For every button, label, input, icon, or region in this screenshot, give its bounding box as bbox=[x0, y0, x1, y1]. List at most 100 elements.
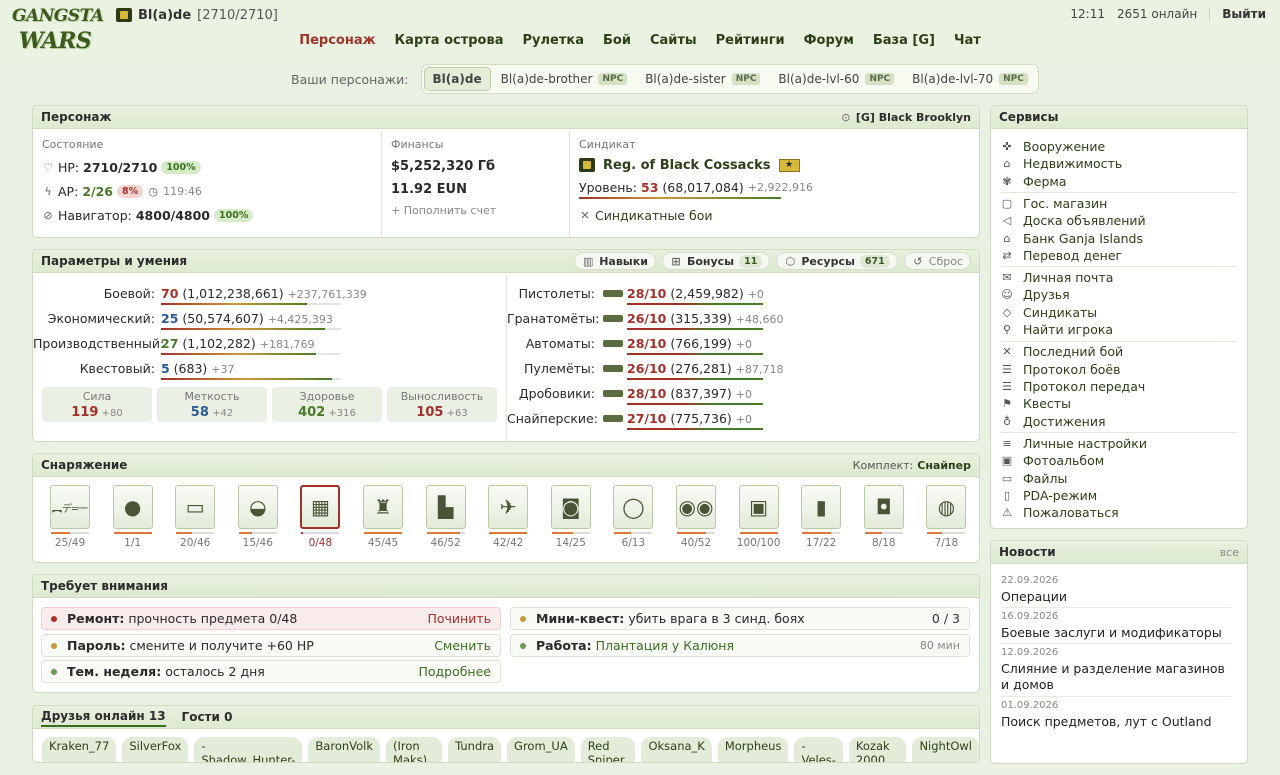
equipment-slot[interactable]: ♜ 45/45 bbox=[361, 485, 405, 549]
nav-item[interactable]: Форум bbox=[804, 33, 854, 48]
service-item[interactable]: ⇄ Перевод денег bbox=[1001, 247, 1122, 264]
friend-chip[interactable]: NightOwl bbox=[912, 737, 979, 762]
user-name[interactable]: Bl(a)de bbox=[138, 8, 191, 23]
set-name[interactable]: Снайпер bbox=[917, 459, 971, 472]
nav-item[interactable]: Бой bbox=[603, 33, 631, 48]
equipment-item[interactable]: ◉◉ bbox=[676, 485, 716, 529]
news-title[interactable]: Слияние и разделение магазинов и домов bbox=[1001, 661, 1231, 693]
tab-guests[interactable]: Гости 0 bbox=[182, 708, 233, 726]
equipment-slot[interactable]: ◒ 15/46 bbox=[236, 485, 280, 549]
service-item[interactable]: ⚠ Пожаловаться bbox=[1001, 504, 1119, 521]
character-tab[interactable]: Bl(a)de bbox=[423, 67, 491, 91]
equipment-slot[interactable]: ▣ 100/100 bbox=[737, 485, 781, 549]
location[interactable]: ⊙ [G] Black Brooklyn bbox=[840, 111, 971, 124]
attention-action[interactable]: Подробнее bbox=[418, 664, 491, 679]
service-item[interactable]: ♁ Достижения bbox=[1001, 413, 1106, 430]
character-tab[interactable]: Bl(a)de-brother NPC bbox=[493, 68, 636, 90]
equipment-item[interactable]: ▮ bbox=[801, 485, 842, 529]
equipment-item[interactable]: ◍ bbox=[926, 485, 967, 529]
nav-item[interactable]: Чат bbox=[954, 33, 981, 48]
service-item[interactable]: ☰ Протокол передач bbox=[1001, 378, 1145, 395]
friend-chip[interactable]: Morpheus bbox=[717, 737, 789, 762]
nav-item[interactable]: Рейтинги bbox=[716, 33, 785, 48]
service-item[interactable]: ⌂ Банк Ganja Islands bbox=[1001, 230, 1144, 247]
nav-item[interactable]: Персонаж bbox=[299, 33, 375, 48]
news-all-link[interactable]: все bbox=[1220, 546, 1239, 559]
friend-chip[interactable]: (Iron Maks) bbox=[386, 737, 443, 762]
friend-chip[interactable]: Kozak 2000 bbox=[848, 737, 907, 762]
equipment-item[interactable]: ▙ bbox=[425, 485, 466, 529]
equipment-slot[interactable]: ▭ 20/46 bbox=[173, 485, 217, 549]
equipment-slot[interactable]: ◙ 14/25 bbox=[549, 485, 593, 549]
service-item[interactable]: ✕ Последний бой bbox=[1001, 343, 1123, 360]
reset-button[interactable]: ↺ Сброс bbox=[903, 252, 971, 270]
syndicate-name[interactable]: Reg. of Black Cossacks bbox=[603, 158, 771, 173]
friend-chip[interactable]: BaronVolk bbox=[308, 737, 381, 762]
friend-chip[interactable]: Grom_UA bbox=[507, 737, 575, 762]
equipment-item[interactable]: ▭ bbox=[175, 485, 216, 529]
equipment-item[interactable]: ◙ bbox=[550, 485, 591, 529]
service-item[interactable]: ☰ Протокол боёв bbox=[1001, 361, 1120, 378]
service-item[interactable]: ⚑ Квесты bbox=[1001, 395, 1071, 412]
nav-item[interactable]: База [G] bbox=[873, 33, 935, 48]
service-item[interactable]: ✉ Личная почта bbox=[1001, 269, 1113, 286]
equipment-item[interactable]: ◒ bbox=[237, 485, 278, 529]
service-item[interactable]: ✜ Вооружение bbox=[1001, 138, 1105, 155]
attention-action[interactable]: Сменить bbox=[434, 638, 491, 653]
service-item[interactable]: ⚲ Найти игрока bbox=[1001, 321, 1113, 338]
skills-button[interactable]: ▥ Навыки bbox=[574, 252, 656, 270]
bonuses-button[interactable]: ⊞ Бонусы 11 bbox=[661, 252, 771, 270]
friend-chip[interactable]: Oksana_K bbox=[641, 737, 712, 762]
equipment-slot[interactable]: ◘ 8/18 bbox=[862, 485, 906, 549]
equipment-item[interactable]: ✈ bbox=[488, 485, 529, 529]
friend-chip[interactable]: SilverFox bbox=[122, 737, 189, 762]
equipment-slot[interactable]: ︻デ═一 25/49 bbox=[48, 485, 92, 549]
equipment-slot[interactable]: ▙ 46/52 bbox=[424, 485, 468, 549]
equipment-item[interactable]: ▦ bbox=[300, 485, 341, 529]
equipment-item[interactable]: ● bbox=[112, 485, 153, 529]
equipment-item[interactable]: ◘ bbox=[863, 485, 904, 529]
equipment-item[interactable]: ︻デ═一 bbox=[50, 485, 90, 529]
equipment-slot[interactable]: ● 1/1 bbox=[111, 485, 155, 549]
topup-link[interactable]: + Пополнить счет bbox=[391, 204, 496, 217]
logout-link[interactable]: Выйти bbox=[1209, 7, 1266, 21]
service-item[interactable]: ☺ Друзья bbox=[1001, 286, 1069, 303]
news-title[interactable]: Поиск предметов, лут с Outland bbox=[1001, 714, 1231, 730]
attention-action[interactable]: Починить bbox=[427, 611, 491, 626]
equipment-item[interactable]: ♜ bbox=[363, 485, 403, 529]
service-item[interactable]: ◁ Доска объявлений bbox=[1001, 212, 1146, 229]
equipment-slot[interactable]: ◯ 6/13 bbox=[611, 485, 655, 549]
service-item[interactable]: ▣ Фотоальбом bbox=[1001, 452, 1104, 469]
character-tab[interactable]: Bl(a)de-lvl-60 NPC bbox=[770, 68, 902, 90]
nav-item[interactable]: Сайты bbox=[650, 33, 697, 48]
syndicate-fights-link[interactable]: Синдикатные бои bbox=[595, 208, 712, 223]
friend-chip[interactable]: Red Sniper bbox=[580, 737, 636, 762]
equipment-slot[interactable]: ▮ 17/22 bbox=[799, 485, 843, 549]
equipment-item[interactable]: ▣ bbox=[738, 485, 779, 529]
service-item[interactable]: ⌂ Недвижимость bbox=[1001, 155, 1123, 172]
friend-chip[interactable]: -Veles- bbox=[794, 737, 843, 762]
online-count[interactable]: 2651 онлайн bbox=[1117, 7, 1197, 21]
service-item[interactable]: ▯ PDA-режим bbox=[1001, 487, 1097, 504]
service-item[interactable]: ▢ Гос. магазин bbox=[1001, 195, 1108, 212]
equipment-slot[interactable]: ◉◉ 40/52 bbox=[674, 485, 718, 549]
nav-item[interactable]: Рулетка bbox=[523, 33, 584, 48]
equipment-item[interactable]: ◯ bbox=[613, 485, 654, 529]
friend-chip[interactable]: Tundra bbox=[448, 737, 502, 762]
friend-chip[interactable]: -Shadow_Hunter- bbox=[194, 737, 303, 762]
resources-button[interactable]: ⬡ Ресурсы 671 bbox=[776, 252, 898, 270]
equipment-slot[interactable]: ▦ 0/48 bbox=[298, 485, 342, 549]
character-tab[interactable]: Bl(a)de-sister NPC bbox=[637, 68, 768, 90]
tab-friends-online[interactable]: Друзья онлайн 13 bbox=[41, 707, 166, 727]
service-item[interactable]: ✾ Ферма bbox=[1001, 173, 1066, 190]
news-title[interactable]: Боевые заслуги и модификаторы bbox=[1001, 625, 1231, 641]
nav-item[interactable]: Карта острова bbox=[395, 33, 504, 48]
service-item[interactable]: ◇ Синдикаты bbox=[1001, 304, 1097, 321]
service-item[interactable]: ≡ Личные настройки bbox=[1001, 435, 1147, 452]
equipment-slot[interactable]: ◍ 7/18 bbox=[924, 485, 968, 549]
service-item[interactable]: ▭ Файлы bbox=[1001, 470, 1068, 487]
equipment-slot[interactable]: ✈ 42/42 bbox=[486, 485, 530, 549]
character-tab[interactable]: Bl(a)de-lvl-70 NPC bbox=[904, 68, 1036, 90]
news-title[interactable]: Операции bbox=[1001, 589, 1231, 605]
friend-chip[interactable]: Kraken_77 bbox=[42, 737, 117, 762]
